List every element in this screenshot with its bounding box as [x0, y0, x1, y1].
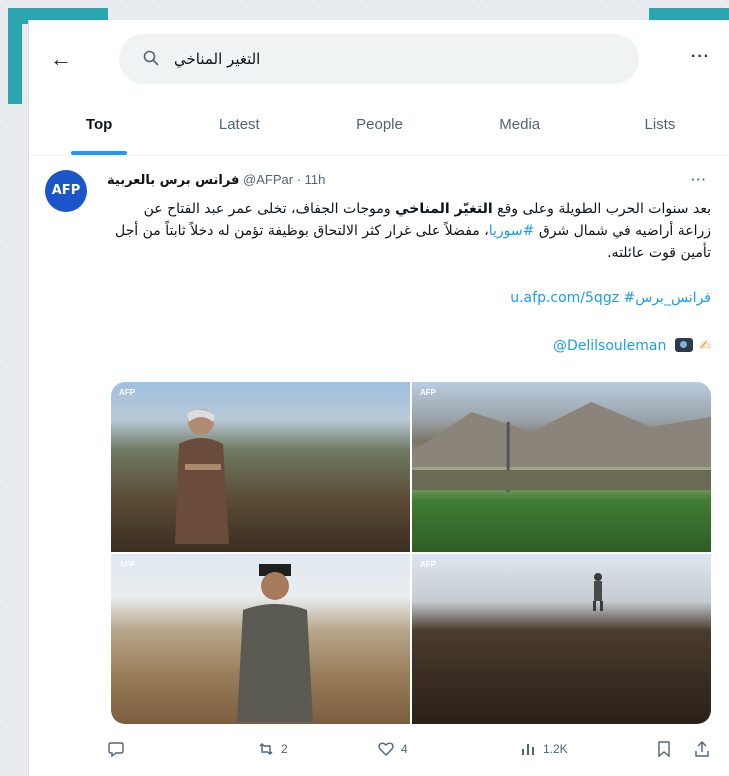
retweet-count: 2	[281, 742, 288, 756]
active-tab-indicator	[71, 151, 128, 155]
bookmark-button[interactable]	[655, 740, 673, 758]
share-icon	[695, 741, 709, 757]
tweet[interactable]: AFP فرانس برس بالعربية @AFPar · 11h ··· …	[29, 160, 729, 776]
mention-link[interactable]: @Delilsouleman	[553, 338, 666, 354]
avatar[interactable]: AFP	[45, 170, 87, 212]
farmer-figure	[175, 409, 229, 544]
photo-green-fields[interactable]: AFP	[412, 382, 711, 552]
like-count: 4	[401, 742, 408, 756]
views-count: 1.2K	[543, 742, 568, 756]
tab-label: People	[356, 116, 403, 133]
search-box[interactable]	[119, 34, 639, 84]
twitter-window: ← ··· Top Latest People Media Lists	[28, 20, 729, 776]
photo-dry-soil[interactable]: AFP	[412, 554, 711, 724]
tab-label: Top	[85, 116, 113, 133]
heart-icon	[378, 742, 394, 756]
tab-lists[interactable]: Lists	[590, 102, 729, 155]
search-tabs: Top Latest People Media Lists	[29, 102, 729, 156]
tab-top[interactable]: Top	[29, 102, 169, 155]
mention-line: @Delilsouleman ✍	[107, 338, 711, 354]
views-chart-icon	[522, 744, 534, 755]
camera-emoji-icon	[674, 338, 693, 352]
decor-accent	[8, 8, 22, 104]
tweet-text: بعد سنوات الحرب الطويلة وعلى وقع التغيّر…	[107, 198, 711, 264]
reply-icon	[108, 742, 124, 758]
tab-people[interactable]: People	[309, 102, 449, 155]
tab-label: Media	[499, 116, 541, 133]
man-figure	[237, 564, 313, 722]
tweet-meta: فرانس برس بالعربية @AFPar · 11h ···	[107, 172, 707, 194]
distant-figure	[593, 573, 603, 611]
retweet-button[interactable]: 2	[257, 740, 288, 758]
tab-label: Lists	[644, 116, 676, 133]
like-button[interactable]: 4	[377, 740, 408, 758]
media-grid: AFP AFP AFP AFP	[111, 382, 711, 724]
mountain-landscape	[412, 402, 711, 492]
afp-watermark: AFP	[119, 560, 135, 569]
retweet-icon	[259, 743, 273, 755]
author-handle-time: @AFPar · 11h	[243, 172, 326, 187]
views-button[interactable]: 1.2K	[519, 740, 568, 758]
back-arrow-icon[interactable]: ←	[45, 44, 77, 76]
afp-watermark: AFP	[119, 388, 135, 397]
search-input[interactable]	[174, 42, 594, 76]
author-name[interactable]: فرانس برس بالعربية	[107, 173, 239, 188]
tab-latest[interactable]: Latest	[169, 102, 309, 155]
reply-button[interactable]	[107, 740, 125, 758]
photo-farmer-field[interactable]: AFP	[111, 382, 410, 552]
tweet-more-icon[interactable]: ···	[691, 172, 707, 187]
share-button[interactable]	[693, 740, 711, 758]
search-icon	[143, 50, 159, 66]
search-header: ← ···	[29, 30, 729, 86]
tweet-link[interactable]: u.afp.com/5qgz #فرانس_برس	[107, 290, 711, 306]
writing-hand-emoji-icon: ✍	[699, 338, 711, 354]
photo-man-standing[interactable]: AFP	[111, 554, 410, 724]
bookmark-icon	[658, 741, 670, 758]
more-options-icon[interactable]: ···	[691, 48, 710, 66]
hashtag-link[interactable]: #سوريا	[489, 223, 535, 239]
tweet-text-part: بعد سنوات الحرب الطويلة وعلى وقع	[492, 201, 711, 217]
tab-media[interactable]: Media	[450, 102, 590, 155]
highlighted-keyword: التغيّر المناخي	[395, 201, 493, 217]
tab-label: Latest	[218, 116, 260, 133]
tweet-actions: 2 4 1.2K	[107, 740, 717, 770]
afp-watermark: AFP	[420, 560, 436, 569]
